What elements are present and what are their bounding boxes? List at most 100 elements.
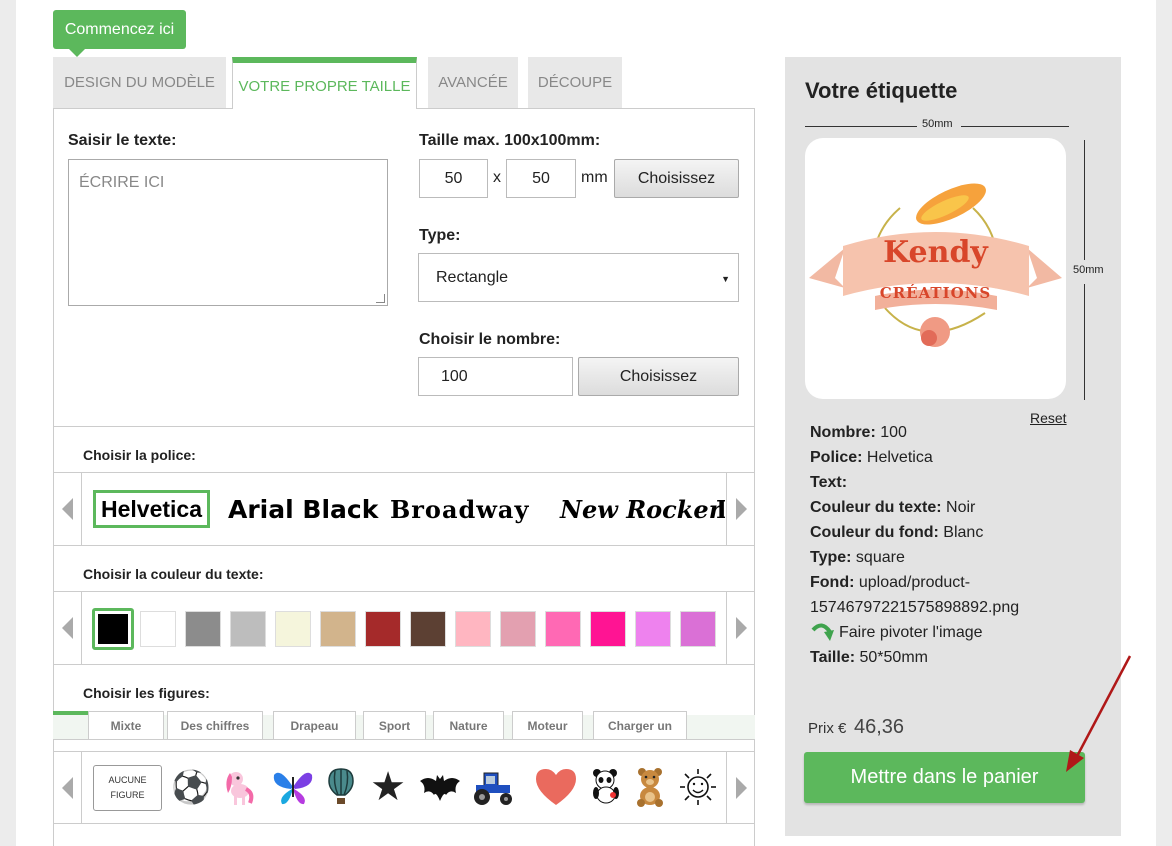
hot-air-balloon-icon[interactable] xyxy=(321,767,361,807)
no-figure-button[interactable]: AUCUNE FIGURE xyxy=(93,765,162,811)
arrow-left-icon xyxy=(61,777,73,799)
font-option-arial-black[interactable]: Arial Black xyxy=(228,490,378,528)
arrow-left-icon xyxy=(61,498,73,520)
rotate-icon xyxy=(811,623,834,641)
detail-type: Type: square xyxy=(810,549,905,566)
sun-icon[interactable] xyxy=(678,767,718,807)
height-dimension-line xyxy=(1084,284,1085,400)
figures-tab-mixed[interactable]: Mixte xyxy=(88,711,164,739)
width-dimension-line xyxy=(805,126,917,127)
divider xyxy=(53,664,755,665)
color-swatch[interactable] xyxy=(590,611,626,647)
arrow-right-icon xyxy=(735,777,747,799)
start-here-button[interactable]: Commencez ici xyxy=(53,10,186,57)
figures-label: Choisir les figures: xyxy=(83,685,210,701)
quantity-input[interactable]: 100 xyxy=(418,357,573,396)
height-dimension-line xyxy=(1084,140,1085,260)
star-icon[interactable]: ★ xyxy=(368,767,408,807)
color-swatch[interactable] xyxy=(680,611,716,647)
color-swatch[interactable] xyxy=(635,611,671,647)
color-swatch[interactable] xyxy=(365,611,401,647)
figures-tab-flag[interactable]: Drapeau xyxy=(273,711,356,739)
figure-prev-button[interactable] xyxy=(53,752,82,824)
detail-font: Police: Helvetica xyxy=(810,449,933,466)
arrow-right-icon xyxy=(735,498,747,520)
figures-tab-nature[interactable]: Nature xyxy=(433,711,504,739)
tab-custom-size[interactable]: VOTRE PROPRE TAILLE xyxy=(232,57,417,109)
size-choose-button[interactable]: Choisissez xyxy=(614,159,739,198)
label-preview: Kendy CRÉATIONS xyxy=(805,138,1066,399)
panda-icon[interactable] xyxy=(586,767,626,807)
size-label: Taille max. 100x100mm: xyxy=(419,132,601,149)
type-label: Type: xyxy=(419,227,461,244)
caret-down-icon: ▼ xyxy=(721,274,730,284)
detail-background-color: Couleur du fond: Blanc xyxy=(810,524,984,541)
font-option-broadway[interactable]: Broadway xyxy=(390,490,529,528)
width-dimension: 50mm xyxy=(922,118,953,130)
divider xyxy=(53,426,755,427)
detail-text-color: Couleur du texte: Noir xyxy=(810,499,976,516)
pony-icon[interactable] xyxy=(220,767,260,807)
type-select[interactable]: Rectangle ▼ xyxy=(418,253,739,302)
detail-text: Text: xyxy=(810,474,848,491)
figures-tab-numbers[interactable]: Des chiffres xyxy=(167,711,263,739)
figures-tab-sport[interactable]: Sport xyxy=(363,711,426,739)
size-separator: x xyxy=(493,169,501,186)
tractor-icon[interactable] xyxy=(470,767,512,807)
font-label: Choisir la police: xyxy=(83,447,196,463)
divider xyxy=(53,751,755,752)
figures-tab-upload[interactable]: Charger un xyxy=(593,711,687,739)
color-swatch[interactable] xyxy=(185,611,221,647)
price-label: Prix € xyxy=(808,720,847,737)
figure-next-button[interactable] xyxy=(726,752,755,824)
soccer-ball-icon[interactable]: ⚽ xyxy=(171,767,211,807)
text-color-label: Choisir la couleur du texte: xyxy=(83,566,264,582)
quantity-choose-button[interactable]: Choisissez xyxy=(578,357,739,396)
font-option-partial[interactable]: I xyxy=(716,490,725,528)
height-input[interactable]: 50 xyxy=(506,159,576,198)
butterfly-icon[interactable] xyxy=(272,767,313,807)
color-swatch[interactable] xyxy=(275,611,311,647)
heart-icon[interactable] xyxy=(534,767,576,807)
text-input[interactable]: ÉCRIRE ICI xyxy=(68,159,388,306)
width-dimension-line xyxy=(961,126,1069,127)
color-swatch[interactable] xyxy=(410,611,446,647)
color-carousel xyxy=(83,592,725,664)
color-next-button[interactable] xyxy=(726,592,755,664)
color-swatch[interactable] xyxy=(140,611,176,647)
divider xyxy=(53,823,755,824)
width-input[interactable]: 50 xyxy=(419,159,488,198)
figures-tab-motor[interactable]: Moteur xyxy=(512,711,583,739)
price-value: 46,36 xyxy=(854,716,905,738)
rotate-image-link[interactable]: Faire pivoter l'image xyxy=(810,620,1110,645)
red-arrow-annotation xyxy=(1066,655,1132,772)
font-next-button[interactable] xyxy=(726,473,755,545)
font-carousel: Helvetica Arial Black Broadway New Rocke… xyxy=(83,473,725,545)
resize-handle[interactable] xyxy=(376,294,385,303)
color-swatch[interactable] xyxy=(545,611,581,647)
color-swatch[interactable] xyxy=(500,611,536,647)
color-swatch-fill xyxy=(98,614,128,644)
text-label: Saisir le texte: xyxy=(68,132,177,149)
font-option-helvetica[interactable]: Helvetica xyxy=(93,490,211,528)
size-unit: mm xyxy=(581,169,608,186)
tab-advanced[interactable]: AVANCÉE xyxy=(428,57,518,108)
bat-icon[interactable] xyxy=(418,767,460,807)
tab-cutting[interactable]: DÉCOUPE xyxy=(528,57,622,108)
teddy-bear-icon[interactable] xyxy=(630,767,670,807)
font-prev-button[interactable] xyxy=(53,473,82,545)
logo-text-main: Kendy xyxy=(883,235,988,270)
color-prev-button[interactable] xyxy=(53,592,82,664)
divider xyxy=(53,545,755,546)
color-swatch[interactable] xyxy=(230,611,266,647)
label-details: Nombre: 100 Police: Helvetica Text: Coul… xyxy=(810,420,1110,670)
color-swatch[interactable] xyxy=(92,608,134,650)
color-swatch[interactable] xyxy=(455,611,491,647)
height-dimension: 50mm xyxy=(1073,264,1104,276)
tab-model-design[interactable]: DESIGN DU MODÈLE xyxy=(53,57,226,108)
font-option-new-rocker[interactable]: New Rocker xyxy=(560,490,721,528)
color-swatch[interactable] xyxy=(320,611,356,647)
add-to-cart-button[interactable]: Mettre dans le panier xyxy=(804,752,1085,803)
detail-background: Fond: upload/product- xyxy=(810,574,971,591)
arrow-right-icon xyxy=(735,617,747,639)
